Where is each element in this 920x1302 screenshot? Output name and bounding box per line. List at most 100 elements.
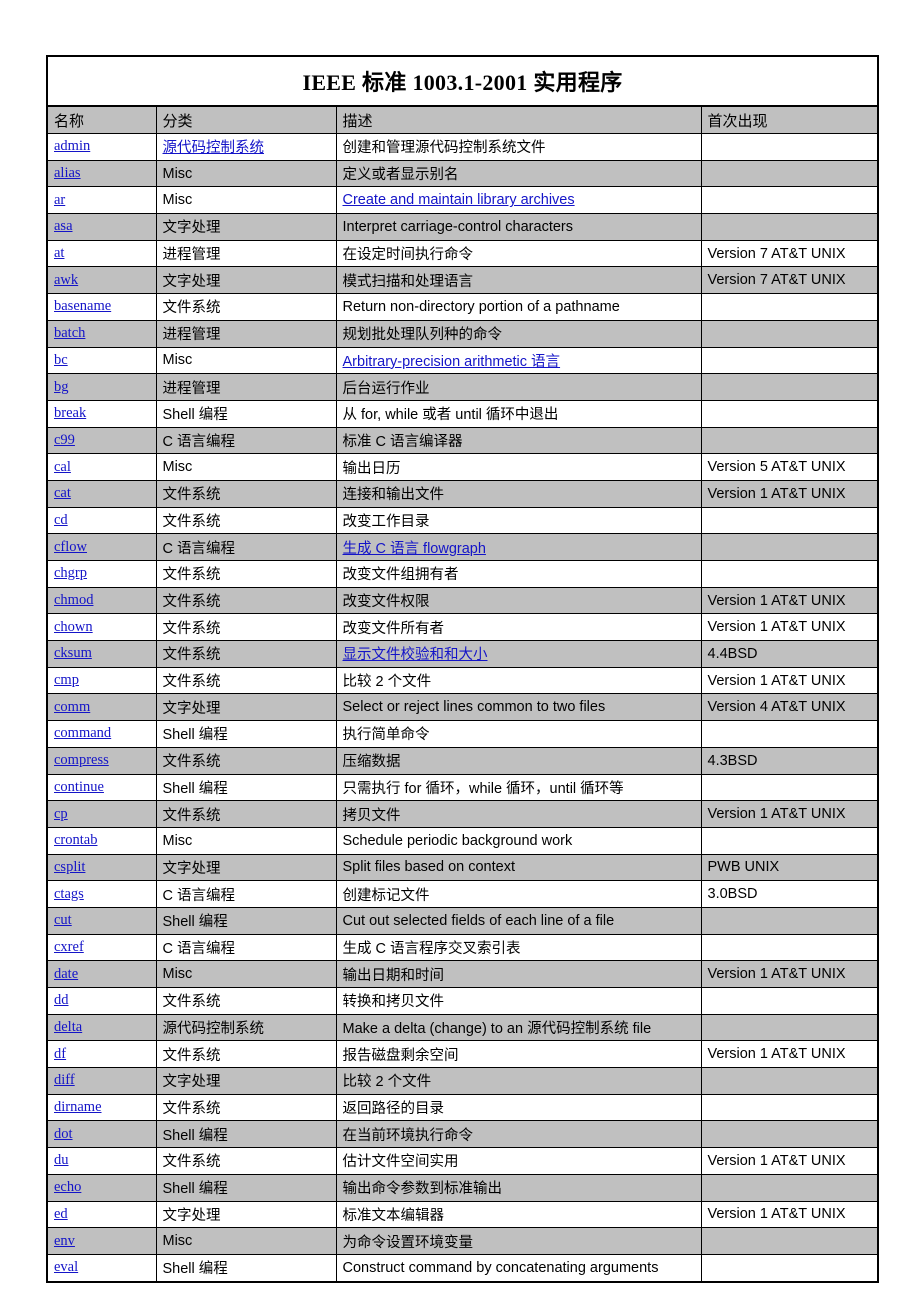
utility-name-cell-link[interactable]: delta (54, 1019, 82, 1035)
utility-name-cell[interactable]: command (46, 720, 157, 748)
utility-name-cell[interactable]: df (46, 1040, 157, 1069)
table-row: admin 源代码控制系统 创建和管理源代码控制系统文件 (46, 133, 879, 161)
utility-description-cell[interactable]: 显示文件校验和和大小 (335, 640, 702, 668)
utility-description-cell-link[interactable]: 显示文件校验和和大小 (343, 647, 488, 663)
utility-name-cell-link[interactable]: env (54, 1233, 75, 1249)
utility-name-cell[interactable]: cal (46, 453, 157, 481)
utility-name-cell[interactable]: crontab (46, 826, 157, 855)
utility-name-cell-link[interactable]: ctags (54, 886, 84, 902)
utility-name-cell-link[interactable]: crontab (54, 832, 97, 848)
utility-name-cell[interactable]: dirname (46, 1093, 157, 1122)
utility-category-cell-link[interactable]: 源代码控制系统 (163, 140, 265, 156)
utility-description-cell-link[interactable]: Create and maintain library archives (343, 192, 575, 208)
utility-name-cell[interactable]: continue (46, 773, 157, 802)
utility-description-cell[interactable]: 生成 C 语言 flowgraph (335, 533, 702, 561)
utility-name-cell[interactable]: asa (46, 213, 157, 241)
utility-name-cell[interactable]: cksum (46, 640, 157, 668)
utility-name-cell[interactable]: date (46, 960, 157, 988)
utility-description-cell-link[interactable]: Arbitrary-precision arithmetic 语言 (343, 354, 561, 370)
utility-name-cell-link[interactable]: chgrp (54, 565, 87, 581)
utility-name-cell-link[interactable]: diff (54, 1072, 75, 1088)
utility-name-cell[interactable]: diff (46, 1067, 157, 1095)
utility-description-cell[interactable]: Arbitrary-precision arithmetic 语言 (335, 346, 702, 375)
utility-name-cell-link[interactable]: alias (54, 165, 81, 181)
utility-name-cell[interactable]: du (46, 1147, 157, 1175)
utility-name-cell[interactable]: dot (46, 1120, 157, 1149)
utility-name-cell[interactable]: cp (46, 800, 157, 828)
utility-name-cell-link[interactable]: batch (54, 325, 85, 341)
utility-category-cell-text: 文字处理 (162, 700, 221, 717)
utility-name-cell[interactable]: chgrp (46, 560, 157, 588)
utility-name-cell-link[interactable]: dd (54, 992, 69, 1008)
utility-name-cell-link[interactable]: date (54, 966, 78, 982)
utility-name-cell[interactable]: compress (46, 746, 157, 775)
utility-name-cell[interactable]: alias (46, 159, 157, 188)
utility-name-cell[interactable]: cd (46, 506, 157, 535)
utility-name-cell[interactable]: cxref (46, 933, 157, 962)
utility-category-cell[interactable]: 源代码控制系统 (155, 133, 337, 161)
utility-name-cell-link[interactable]: chmod (54, 592, 93, 608)
utility-name-cell-link[interactable]: chown (54, 619, 93, 635)
utility-name-cell-link[interactable]: ed (54, 1206, 68, 1222)
utility-name-cell[interactable]: eval (46, 1253, 157, 1283)
utility-name-cell[interactable]: c99 (46, 426, 157, 455)
utility-name-cell[interactable]: at (46, 239, 157, 268)
utility-name-cell[interactable]: ctags (46, 880, 157, 908)
utility-name-cell-link[interactable]: at (54, 245, 64, 261)
utility-name-cell[interactable]: cflow (46, 533, 157, 561)
utility-category-cell-text: 文件系统 (162, 567, 221, 584)
utility-name-cell-link[interactable]: c99 (54, 432, 75, 448)
utility-name-cell[interactable]: cmp (46, 666, 157, 695)
utility-name-cell[interactable]: awk (46, 266, 157, 295)
utility-name-cell[interactable]: chmod (46, 586, 157, 615)
utility-name-cell-link[interactable]: bc (54, 352, 68, 368)
utility-name-cell-link[interactable]: continue (54, 779, 104, 795)
utility-name-cell-link[interactable]: asa (54, 218, 73, 234)
utility-name-cell-link[interactable]: bg (54, 379, 69, 395)
utility-name-cell-link[interactable]: echo (54, 1179, 81, 1195)
utility-name-cell-link[interactable]: cflow (54, 539, 87, 555)
utility-name-cell-link[interactable]: cmp (54, 672, 79, 688)
utility-name-cell-link[interactable]: comm (54, 699, 90, 715)
utility-description-cell-link[interactable]: 生成 C 语言 flowgraph (343, 541, 486, 557)
utility-name-cell-link[interactable]: ar (54, 192, 65, 208)
utility-name-cell[interactable]: ar (46, 186, 157, 215)
utility-name-cell[interactable]: echo (46, 1173, 157, 1202)
utility-name-cell[interactable]: bg (46, 373, 157, 401)
utility-name-cell-link[interactable]: cp (54, 806, 68, 822)
utility-name-cell[interactable]: batch (46, 319, 157, 348)
utility-name-cell[interactable]: cut (46, 906, 157, 935)
utility-name-cell-link[interactable]: cd (54, 512, 68, 528)
utility-name-cell-link[interactable]: dot (54, 1126, 73, 1142)
utility-name-cell-link[interactable]: cxref (54, 939, 84, 955)
utility-name-cell-link[interactable]: break (54, 405, 86, 421)
utility-name-cell[interactable]: break (46, 399, 157, 428)
utility-name-cell-link[interactable]: du (54, 1152, 69, 1168)
utility-name-cell[interactable]: admin (46, 133, 157, 161)
utility-name-cell[interactable]: ed (46, 1200, 157, 1229)
utility-name-cell-link[interactable]: cut (54, 912, 72, 928)
utility-name-cell[interactable]: comm (46, 693, 157, 722)
utility-name-cell-link[interactable]: cat (54, 485, 71, 501)
utility-name-cell-link[interactable]: dirname (54, 1099, 102, 1115)
utility-name-cell-link[interactable]: command (54, 725, 111, 741)
utility-name-cell[interactable]: env (46, 1227, 157, 1255)
utility-name-cell-link[interactable]: eval (54, 1259, 78, 1275)
utility-description-cell[interactable]: Create and maintain library archives (335, 186, 702, 215)
utility-name-cell[interactable]: csplit (46, 853, 157, 882)
utility-name-cell[interactable]: cat (46, 479, 157, 508)
utility-name-cell-link[interactable]: compress (54, 752, 109, 768)
utility-name-cell-link[interactable]: csplit (54, 859, 85, 875)
utility-category-cell-text: 进程管理 (162, 327, 221, 344)
utility-name-cell-link[interactable]: basename (54, 298, 111, 314)
utility-name-cell-link[interactable]: cal (54, 459, 71, 475)
utility-name-cell-link[interactable]: awk (54, 272, 78, 288)
utility-name-cell[interactable]: bc (46, 346, 157, 375)
utility-name-cell[interactable]: chown (46, 613, 157, 642)
utility-name-cell-link[interactable]: df (54, 1046, 66, 1062)
utility-name-cell-link[interactable]: admin (54, 138, 90, 154)
utility-name-cell[interactable]: dd (46, 987, 157, 1015)
utility-name-cell[interactable]: delta (46, 1013, 157, 1042)
utility-name-cell[interactable]: basename (46, 293, 157, 321)
utility-name-cell-link[interactable]: cksum (54, 645, 92, 661)
